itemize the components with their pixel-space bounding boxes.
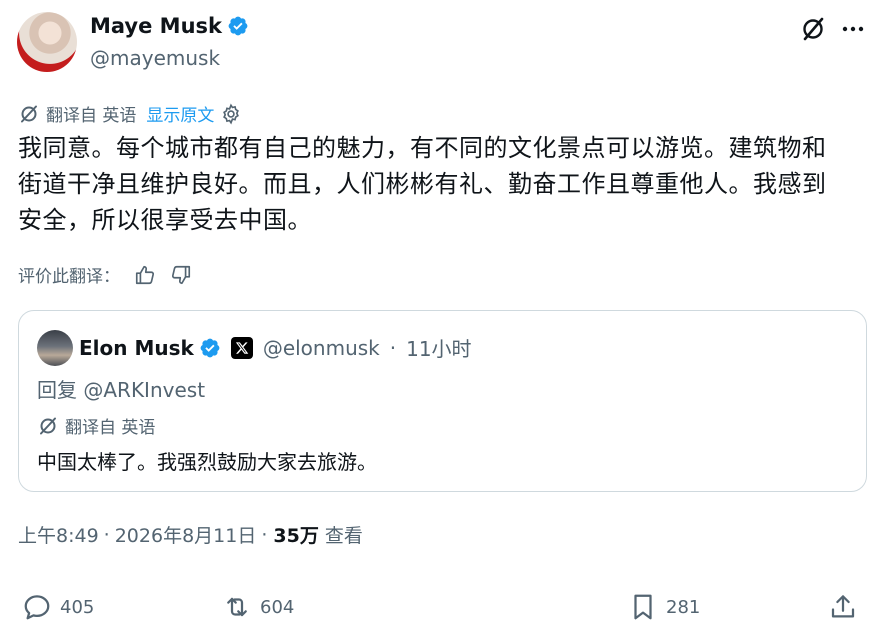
post-meta: 上午8:49 · 2026年8月11日 · 35万 查看	[18, 521, 363, 548]
thumbs-up-icon[interactable]	[134, 264, 156, 286]
translate-icon	[21, 105, 37, 122]
post-time[interactable]: 上午8:49	[18, 521, 99, 548]
reply-mention[interactable]: @ARKInvest	[83, 378, 205, 402]
views-label: 查看	[324, 525, 363, 547]
bookmark-button[interactable]: 281	[628, 592, 700, 622]
thumbs-down-icon[interactable]	[170, 264, 192, 286]
separator-dot: ·	[389, 335, 397, 360]
reply-context: 回复 @ARKInvest	[37, 374, 205, 403]
post-body-line: 安全，所以很享受去中国。	[18, 206, 312, 234]
post-date[interactable]: 2026年8月11日	[115, 521, 257, 548]
quoted-author-row: Elon Musk @elonmusk · 11小时	[79, 333, 472, 362]
author-avatar[interactable]	[17, 12, 77, 72]
repost-icon	[227, 597, 247, 617]
repost-button[interactable]: 604	[222, 592, 294, 622]
author-name-row: Maye Musk	[90, 14, 249, 38]
views-count: 35万	[273, 525, 319, 547]
quoted-translated-label: 翻译自 英语	[65, 418, 156, 438]
quoted-author-avatar[interactable]	[37, 330, 73, 366]
quoted-translation-row: 翻译自 英语	[37, 413, 155, 438]
post-body-line: 我同意。每个城市都有自己的魅力，有不同的文化景点可以游览。建筑物和	[18, 134, 827, 162]
share-button[interactable]	[828, 592, 866, 622]
quoted-post[interactable]: Elon Musk @elonmusk · 11小时 回复 @ARKInvest…	[18, 310, 867, 492]
post-body: 我同意。每个城市都有自己的魅力，有不同的文化景点可以游览。建筑物和 街道干净且维…	[18, 130, 868, 238]
reply-button[interactable]: 405	[22, 592, 94, 622]
rate-translation-row: 评价此翻译：	[18, 262, 192, 287]
bookmark-icon	[634, 594, 652, 620]
rate-translation-label: 评价此翻译：	[18, 267, 120, 287]
reply-prefix: 回复	[37, 378, 77, 402]
reply-icon	[24, 595, 50, 620]
verified-icon	[200, 338, 220, 357]
author-handle[interactable]: @mayemusk	[90, 46, 220, 70]
show-original-link[interactable]: 显示原文	[146, 101, 214, 126]
quoted-post-time[interactable]: 11小时	[406, 333, 471, 362]
verified-icon	[228, 16, 248, 36]
post-body-line: 街道干净且维护良好。而且，人们彬彬有礼、勤奋工作且尊重他人。我感到	[18, 170, 827, 198]
translation-row: 翻译自 英语 显示原文	[18, 101, 242, 126]
bookmark-count: 281	[666, 596, 701, 618]
translate-icon	[40, 417, 56, 434]
separator-dot: ·	[261, 523, 268, 546]
quoted-author-name[interactable]: Elon Musk	[79, 336, 194, 360]
reply-count: 405	[60, 596, 95, 618]
more-icon[interactable]	[838, 14, 868, 44]
quoted-post-text: 中国太棒了。我强烈鼓励大家去旅游。	[37, 450, 377, 474]
quoted-author-handle[interactable]: @elonmusk	[263, 336, 380, 360]
grok-icon[interactable]	[798, 14, 828, 44]
repost-count: 604	[260, 596, 295, 618]
author-name[interactable]: Maye Musk	[90, 14, 222, 38]
share-icon	[831, 595, 855, 618]
translated-from-label: 翻译自 英语	[46, 106, 137, 126]
settings-icon[interactable]	[220, 103, 242, 125]
x-logo-icon	[230, 336, 253, 359]
separator-dot: ·	[103, 523, 110, 546]
